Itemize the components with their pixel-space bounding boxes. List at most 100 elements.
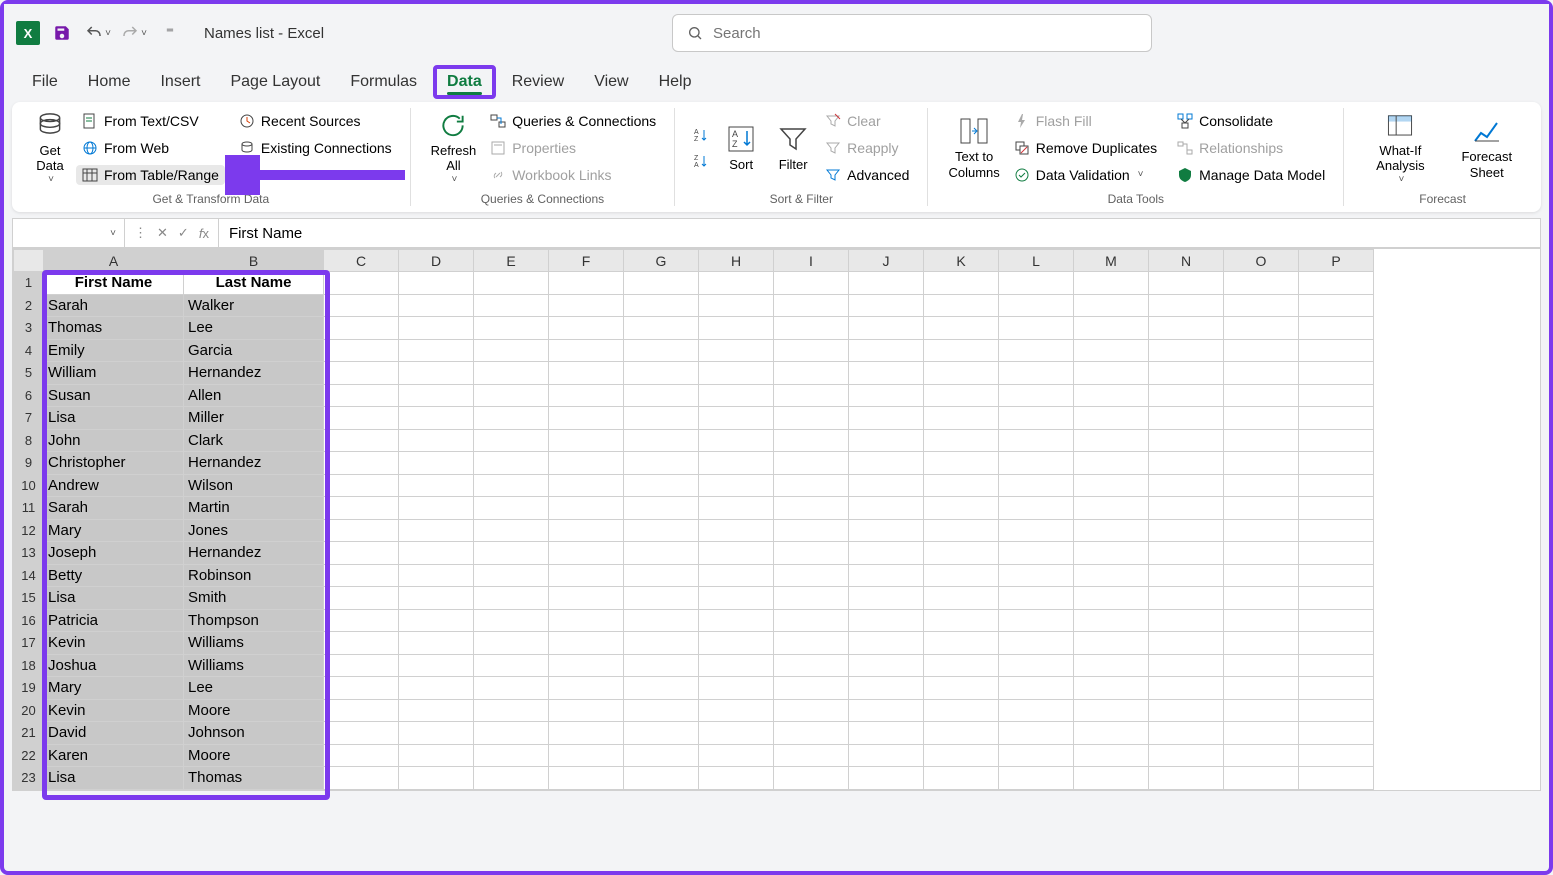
cell[interactable] [1074, 744, 1149, 767]
cell[interactable] [774, 384, 849, 407]
cell[interactable] [1074, 407, 1149, 430]
qat-customize[interactable]: ⁼ [156, 19, 184, 47]
tab-review[interactable]: Review [498, 65, 578, 99]
cell[interactable]: Sarah [44, 294, 184, 317]
cell[interactable] [624, 564, 699, 587]
cell[interactable] [1149, 272, 1224, 295]
row-header[interactable]: 10 [14, 474, 44, 497]
cell[interactable] [624, 677, 699, 700]
cell[interactable] [1149, 339, 1224, 362]
cell[interactable] [1299, 272, 1374, 295]
cell[interactable] [999, 542, 1074, 565]
cell[interactable]: Emily [44, 339, 184, 362]
cell[interactable] [699, 474, 774, 497]
cell[interactable] [1074, 542, 1149, 565]
cell[interactable] [624, 294, 699, 317]
cell[interactable]: Hernandez [184, 452, 324, 475]
cell[interactable] [849, 609, 924, 632]
cell[interactable] [324, 317, 399, 340]
cell[interactable] [1299, 474, 1374, 497]
cell[interactable] [1074, 339, 1149, 362]
cell[interactable] [1224, 429, 1299, 452]
existing-connections-button[interactable]: Existing Connections [233, 138, 398, 158]
column-header[interactable]: J [849, 250, 924, 272]
cell[interactable] [1074, 609, 1149, 632]
cell[interactable] [849, 362, 924, 385]
cell[interactable] [924, 632, 999, 655]
cell[interactable] [849, 519, 924, 542]
cell[interactable]: Kevin [44, 632, 184, 655]
cell[interactable] [624, 429, 699, 452]
cell[interactable] [1149, 519, 1224, 542]
cell[interactable] [549, 609, 624, 632]
cell[interactable] [1299, 609, 1374, 632]
cell[interactable]: Lisa [44, 767, 184, 790]
cell[interactable] [774, 474, 849, 497]
cell[interactable]: Garcia [184, 339, 324, 362]
cell[interactable] [324, 362, 399, 385]
cell[interactable] [1299, 587, 1374, 610]
cell[interactable] [624, 587, 699, 610]
cell[interactable] [999, 272, 1074, 295]
cell[interactable] [324, 452, 399, 475]
cell[interactable] [474, 407, 549, 430]
cell[interactable] [1149, 542, 1224, 565]
formula-input[interactable]: First Name [219, 225, 1540, 242]
cell[interactable] [1224, 497, 1299, 520]
cell[interactable] [549, 272, 624, 295]
cell[interactable] [1224, 384, 1299, 407]
cell[interactable] [999, 362, 1074, 385]
cell[interactable] [924, 699, 999, 722]
whatif-button[interactable]: What-If Analysis˅ [1356, 108, 1444, 188]
cell[interactable] [1074, 497, 1149, 520]
tab-help[interactable]: Help [645, 65, 706, 99]
column-header[interactable]: C [324, 250, 399, 272]
tab-view[interactable]: View [580, 65, 642, 99]
cell[interactable] [1224, 744, 1299, 767]
cell[interactable]: Williams [184, 654, 324, 677]
cell[interactable] [624, 744, 699, 767]
cell[interactable] [774, 407, 849, 430]
cell[interactable] [624, 384, 699, 407]
undo-button[interactable]: ˅ [84, 19, 112, 47]
cell[interactable] [474, 272, 549, 295]
cell[interactable] [549, 339, 624, 362]
cell[interactable] [474, 722, 549, 745]
cell[interactable] [399, 744, 474, 767]
cell[interactable] [1299, 744, 1374, 767]
cell[interactable] [924, 339, 999, 362]
name-box[interactable]: ˅ [13, 219, 125, 247]
cell[interactable] [999, 429, 1074, 452]
cell[interactable]: Miller [184, 407, 324, 430]
cell[interactable] [474, 677, 549, 700]
cell[interactable] [1149, 429, 1224, 452]
cell[interactable] [1149, 609, 1224, 632]
cell[interactable] [549, 294, 624, 317]
column-header[interactable]: E [474, 250, 549, 272]
cell[interactable] [1149, 362, 1224, 385]
cell[interactable] [774, 497, 849, 520]
recent-sources-button[interactable]: Recent Sources [233, 111, 398, 131]
cell[interactable]: Williams [184, 632, 324, 655]
cell[interactable] [924, 452, 999, 475]
cell[interactable] [849, 294, 924, 317]
cell[interactable] [774, 564, 849, 587]
cell[interactable] [999, 767, 1074, 790]
cell[interactable] [624, 542, 699, 565]
cell[interactable] [849, 654, 924, 677]
cell[interactable] [324, 699, 399, 722]
cell[interactable] [699, 339, 774, 362]
cell[interactable] [1299, 767, 1374, 790]
cell[interactable] [399, 564, 474, 587]
cell[interactable] [1224, 317, 1299, 340]
cell[interactable] [999, 609, 1074, 632]
cell[interactable] [999, 519, 1074, 542]
cell[interactable] [849, 474, 924, 497]
from-table-range-button[interactable]: From Table/Range [76, 165, 225, 185]
cell[interactable] [999, 407, 1074, 430]
cell[interactable] [849, 272, 924, 295]
cell[interactable]: Walker [184, 294, 324, 317]
cell[interactable] [924, 744, 999, 767]
tab-file[interactable]: File [18, 65, 72, 99]
cell[interactable]: William [44, 362, 184, 385]
